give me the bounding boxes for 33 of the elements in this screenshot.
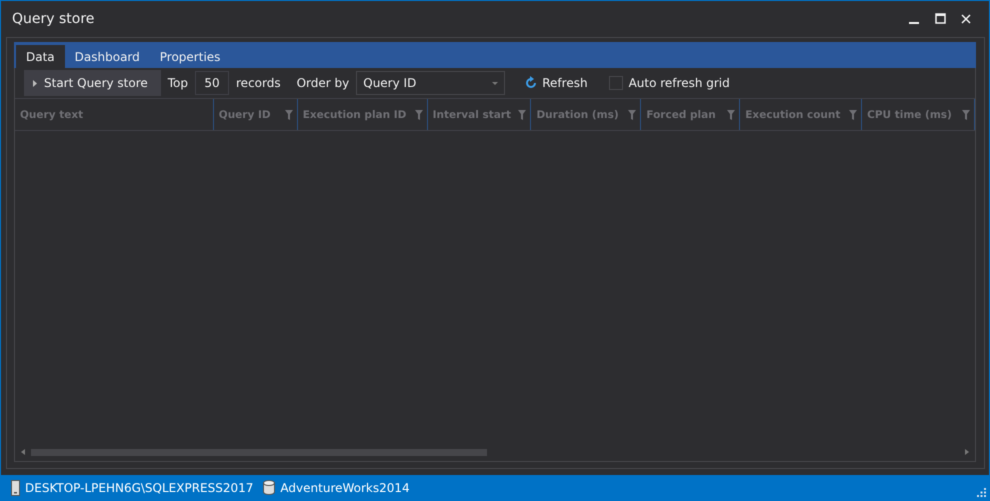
filter-icon[interactable] bbox=[518, 110, 526, 120]
filter-icon[interactable] bbox=[962, 110, 970, 120]
tab[interactable]: Properties bbox=[150, 45, 230, 68]
server-label: DESKTOP-LPEHN6G\SQLEXPRESS2017 bbox=[11, 480, 254, 496]
filter-icon[interactable] bbox=[414, 110, 423, 120]
filter-icon[interactable] bbox=[727, 110, 736, 120]
tab[interactable]: Dashboard bbox=[64, 45, 150, 68]
scroll-thumb[interactable] bbox=[31, 448, 487, 456]
refresh-icon bbox=[524, 76, 538, 90]
top-field[interactable]: 50 bbox=[195, 71, 230, 95]
filter-icon[interactable] bbox=[849, 110, 858, 120]
scroll-right-icon[interactable] bbox=[965, 449, 969, 455]
order-label: Order by bbox=[296, 76, 350, 90]
play-icon bbox=[33, 80, 37, 86]
order-dropdown[interactable]: Query ID bbox=[356, 71, 506, 95]
caret-icon bbox=[492, 82, 498, 84]
close-icon bbox=[961, 14, 971, 24]
minimize-icon bbox=[909, 22, 919, 24]
database-label: AdventureWorks2014 bbox=[263, 480, 410, 495]
database-icon bbox=[263, 480, 276, 495]
tab[interactable]: Data bbox=[16, 45, 65, 68]
start-button[interactable]: Start Query store bbox=[24, 70, 161, 96]
auto-refresh-checkbox[interactable]: Auto refresh grid bbox=[608, 76, 730, 90]
refresh-button[interactable]: Refresh bbox=[524, 76, 588, 90]
scroll-left-icon[interactable] bbox=[21, 449, 25, 455]
window-title: Query store bbox=[12, 10, 96, 26]
server-icon bbox=[11, 480, 20, 496]
records-label: records bbox=[236, 76, 281, 90]
filter-icon[interactable] bbox=[284, 110, 293, 120]
filter-icon[interactable] bbox=[628, 110, 636, 120]
resize-grip-icon[interactable] bbox=[977, 488, 986, 497]
top-label: Top bbox=[168, 76, 188, 90]
maximize-icon bbox=[934, 13, 946, 24]
